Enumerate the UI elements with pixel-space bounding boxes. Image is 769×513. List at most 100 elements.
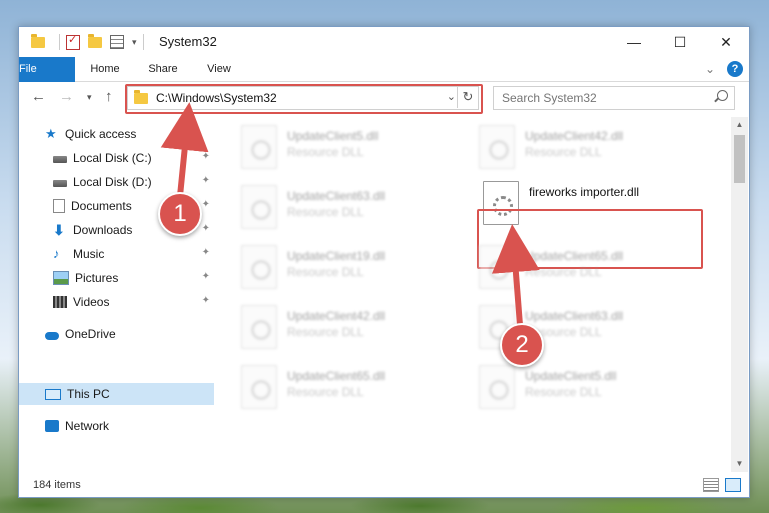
film-icon xyxy=(53,296,67,308)
pin-icon[interactable]: ✦ xyxy=(202,247,210,258)
quick-access-toolbar: ▾ xyxy=(31,33,150,50)
pin-icon[interactable]: ✦ xyxy=(202,175,210,186)
search-input[interactable] xyxy=(500,90,704,106)
file-type: Resource DLL xyxy=(525,385,602,399)
sidebar-item-network[interactable]: Network xyxy=(19,415,214,437)
file-item[interactable]: UpdateClient5.dll Resource DLL xyxy=(479,365,679,415)
file-name: UpdateClient42.dll xyxy=(525,129,624,143)
file-type: Resource DLL xyxy=(525,145,602,159)
scroll-thumb[interactable] xyxy=(734,135,745,183)
file-type: Resource DLL xyxy=(287,325,364,339)
forward-arrow-icon[interactable]: → xyxy=(59,88,74,105)
up-arrow-icon[interactable]: ↑ xyxy=(105,88,113,105)
star-icon: ★ xyxy=(45,126,57,141)
step-2-badge: 2 xyxy=(500,323,544,367)
gear-dll-file-icon xyxy=(483,181,519,225)
sidebar-item-label: This PC xyxy=(67,387,110,401)
dll-file-icon xyxy=(241,125,277,169)
sidebar-item-onedrive[interactable]: OneDrive xyxy=(19,323,214,345)
computer-icon xyxy=(45,388,61,400)
view-toggle xyxy=(697,478,741,492)
file-item[interactable]: UpdateClient5.dll Resource DLL xyxy=(241,125,441,175)
dll-file-icon xyxy=(479,245,515,289)
sidebar-item-quick-access[interactable]: ★ Quick access xyxy=(19,123,214,145)
sidebar-item-label: Music xyxy=(73,247,105,261)
document-icon xyxy=(53,199,65,213)
sidebar-item-videos[interactable]: Videos ✦ xyxy=(19,291,214,313)
properties-check-icon[interactable] xyxy=(66,33,80,50)
scroll-up-icon[interactable]: ▲ xyxy=(731,117,748,133)
sidebar-item-label: Documents xyxy=(71,199,132,213)
search-box[interactable] xyxy=(493,86,735,110)
step-1-badge: 1 xyxy=(158,192,202,236)
pin-icon[interactable]: ✦ xyxy=(202,223,210,234)
navigation-bar: ← → ▾ ↑ C:\Windows\System32 ⌄ ↻ xyxy=(19,82,749,114)
dll-file-icon xyxy=(241,305,277,349)
ribbon-controls: ⌄ ? xyxy=(705,61,743,77)
sidebar-item-label: Local Disk (C:) xyxy=(73,151,152,165)
divider xyxy=(59,34,60,50)
dll-file-icon xyxy=(241,185,277,229)
close-button[interactable]: ✕ xyxy=(703,27,749,57)
file-name: UpdateClient63.dll xyxy=(287,189,386,203)
sidebar-item-label: Local Disk (D:) xyxy=(73,175,152,189)
network-icon xyxy=(45,420,59,432)
expand-ribbon-icon[interactable]: ⌄ xyxy=(705,62,715,76)
sidebar-item-label: Downloads xyxy=(73,223,133,237)
address-path[interactable]: C:\Windows\System32 xyxy=(156,91,277,105)
back-arrow-icon[interactable]: ← xyxy=(31,88,46,105)
minimize-button[interactable]: — xyxy=(611,27,657,57)
folder-icon xyxy=(134,89,148,104)
pin-icon[interactable]: ✦ xyxy=(202,271,210,282)
item-count: 184 items xyxy=(33,479,81,491)
details-view-icon[interactable] xyxy=(703,478,719,492)
file-item[interactable]: UpdateClient65.dll Resource DLL xyxy=(479,245,679,295)
sidebar-item-label: Quick access xyxy=(65,127,137,141)
sidebar-item-music[interactable]: ♪ Music ✦ xyxy=(19,243,214,265)
search-icon[interactable] xyxy=(717,90,728,101)
file-item[interactable]: UpdateClient63.dll Resource DLL xyxy=(241,185,441,235)
file-name: UpdateClient65.dll xyxy=(525,249,624,263)
new-folder-icon[interactable] xyxy=(88,33,102,48)
tab-share[interactable]: Share xyxy=(141,57,185,81)
address-dropdown-icon[interactable]: ⌄ xyxy=(447,90,456,103)
customize-icon[interactable] xyxy=(110,35,124,49)
folder-icon xyxy=(31,33,45,48)
file-item[interactable]: UpdateClient42.dll Resource DLL xyxy=(479,125,679,175)
drive-icon xyxy=(53,156,67,163)
file-list: UpdateClient5.dll Resource DLL UpdateClie… xyxy=(215,117,731,472)
large-icons-view-icon[interactable] xyxy=(725,478,741,492)
dll-file-icon xyxy=(479,125,515,169)
file-item[interactable]: UpdateClient65.dll Resource DLL xyxy=(241,365,441,415)
file-item[interactable]: UpdateClient19.dll Resource DLL xyxy=(241,245,441,295)
ribbon-tabs: File Home Share View ⌄ ? xyxy=(19,57,749,107)
sidebar-item-pictures[interactable]: Pictures ✦ xyxy=(19,267,214,289)
tab-view[interactable]: View xyxy=(197,57,241,81)
help-icon[interactable]: ? xyxy=(727,61,743,77)
sidebar-item-this-pc[interactable]: This PC xyxy=(19,383,214,405)
file-type: Resource DLL xyxy=(287,205,364,219)
refresh-button[interactable]: ↻ xyxy=(457,86,478,108)
status-bar: 184 items xyxy=(19,473,749,497)
vertical-scrollbar[interactable]: ▲ ▼ xyxy=(731,117,748,472)
pin-icon[interactable]: ✦ xyxy=(202,295,210,306)
tab-home[interactable]: Home xyxy=(83,57,127,81)
maximize-button[interactable]: ☐ xyxy=(657,27,703,57)
file-name: UpdateClient19.dll xyxy=(287,249,386,263)
file-item[interactable]: UpdateClient42.dll Resource DLL xyxy=(241,305,441,355)
sidebar-item-local-disk-d[interactable]: Local Disk (D:) ✦ xyxy=(19,171,214,193)
sidebar-item-local-disk-c[interactable]: Local Disk (C:) ✦ xyxy=(19,147,214,169)
sidebar-item-label: Videos xyxy=(73,295,110,309)
pin-icon[interactable]: ✦ xyxy=(202,151,210,162)
scroll-down-icon[interactable]: ▼ xyxy=(731,456,748,472)
recent-locations-icon[interactable]: ▾ xyxy=(87,92,92,103)
file-item-target[interactable]: fireworks importer.dll xyxy=(483,181,683,231)
file-explorer-window: ▾ System32 — ☐ ✕ File Home Share View ⌄ … xyxy=(18,26,750,498)
file-name: UpdateClient5.dll xyxy=(287,129,379,143)
download-icon: ⬇ xyxy=(53,222,65,238)
pin-icon[interactable]: ✦ xyxy=(202,199,210,210)
address-bar[interactable]: C:\Windows\System32 ⌄ xyxy=(127,86,479,110)
qa-dropdown-icon[interactable]: ▾ xyxy=(132,37,137,48)
file-name: UpdateClient63.dll xyxy=(525,309,624,323)
dll-file-icon xyxy=(241,245,277,289)
